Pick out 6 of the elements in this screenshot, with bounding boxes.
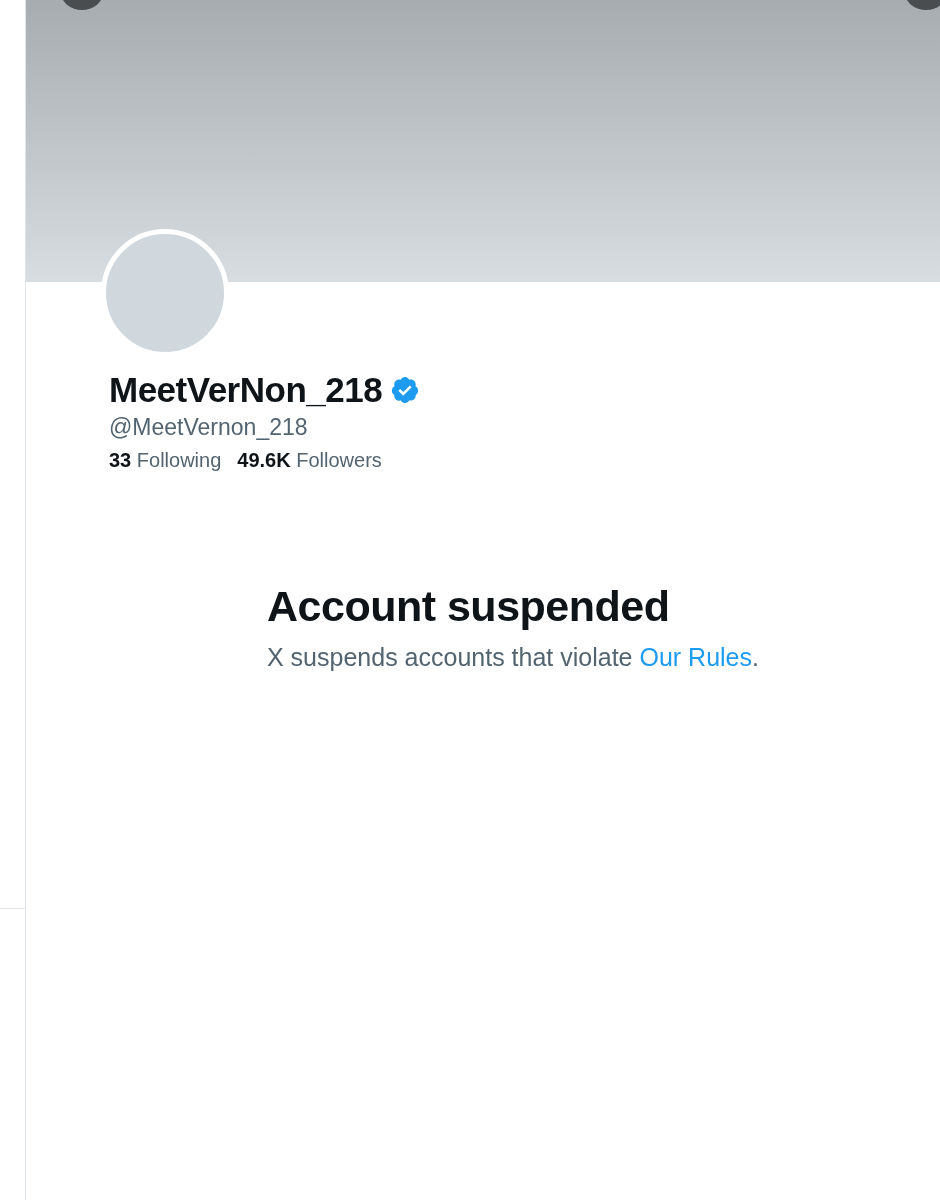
- follow-stat[interactable]: 49.6K Followers: [237, 449, 382, 472]
- follow-stat[interactable]: 33 Following: [109, 449, 222, 472]
- notice-text: X suspends accounts that violate Our Rules.: [267, 643, 760, 672]
- user-handle: @MeetVernon_218: [109, 414, 309, 441]
- display-name: MeetVerNon_218: [109, 370, 383, 410]
- notice-title: Account suspended: [267, 582, 671, 631]
